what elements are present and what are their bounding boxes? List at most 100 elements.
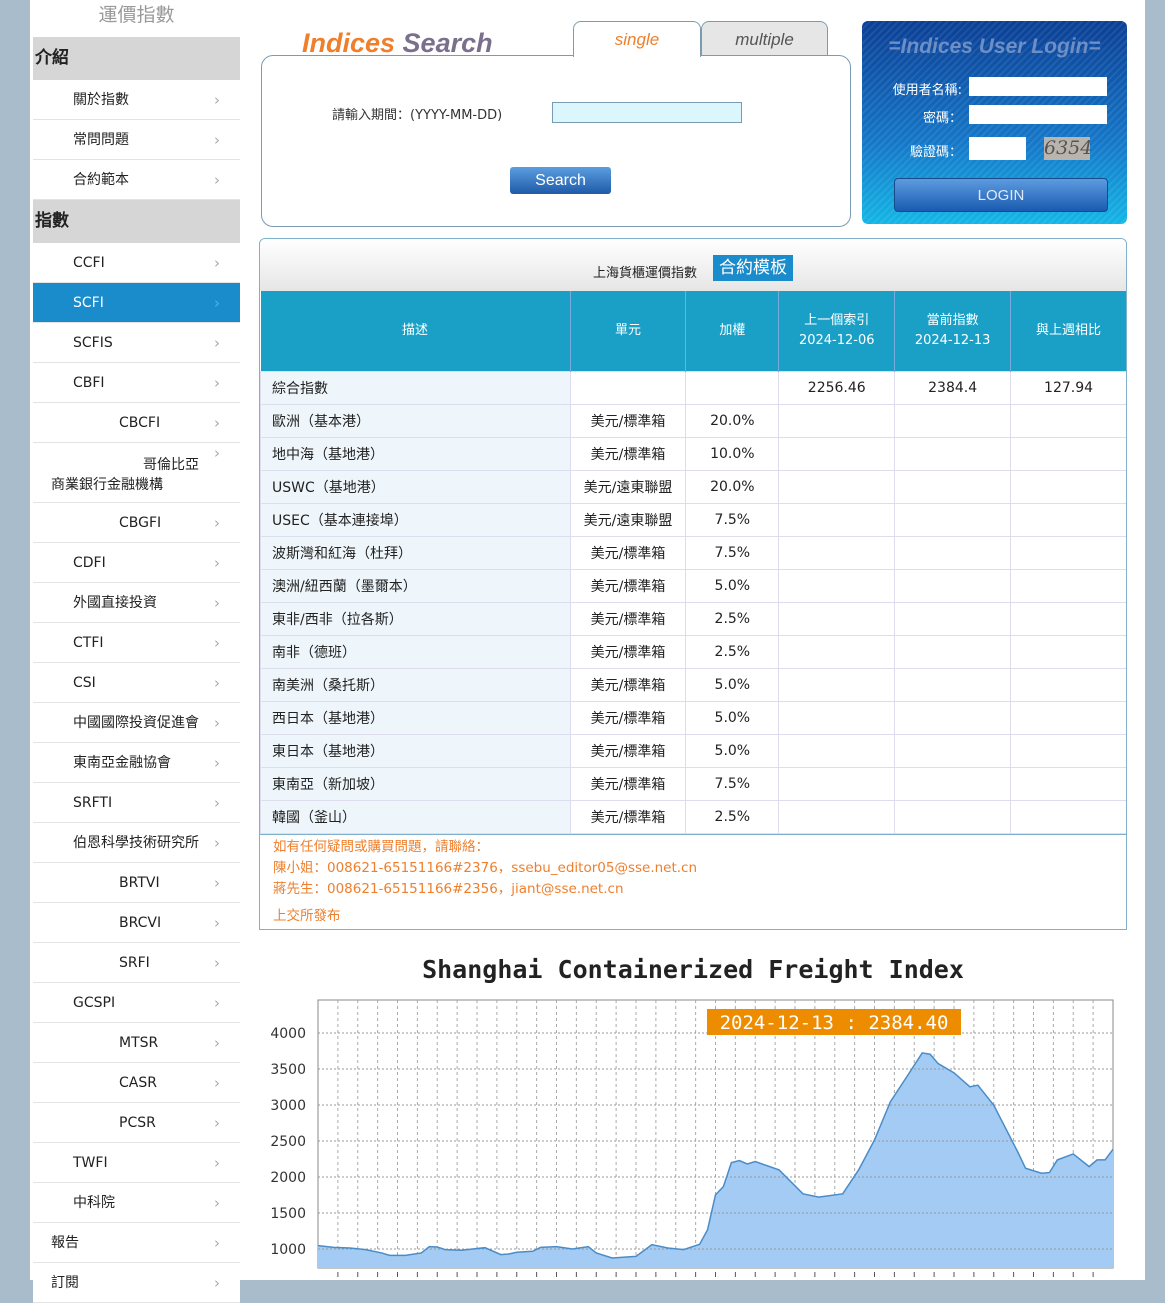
sidebar-item[interactable]: SRFI›: [33, 943, 240, 983]
table-row: 澳洲/紐西蘭（墨爾本）美元/標準箱5.0%: [261, 569, 1127, 602]
sidebar-item[interactable]: SCFI›: [33, 283, 240, 323]
table-cell: 2.5%: [686, 635, 779, 668]
chevron-right-icon: ›: [214, 983, 220, 1023]
table-cell: [895, 701, 1011, 734]
sidebar-item-label: 介紹: [35, 48, 69, 68]
sidebar-item-label: SCFIS: [73, 335, 113, 351]
sidebar-item[interactable]: 東南亞金融協會›: [33, 743, 240, 783]
table-cell: 東南亞（新加坡）: [261, 767, 571, 800]
table-cell: 綜合指數: [261, 371, 571, 404]
sidebar-item[interactable]: 常問問題›: [33, 120, 240, 160]
table-cell: [895, 602, 1011, 635]
sidebar-item[interactable]: 合約範本›: [33, 160, 240, 200]
table-row: 南非（德班）美元/標準箱2.5%: [261, 635, 1127, 668]
sidebar-item[interactable]: CSI›: [33, 663, 240, 703]
sidebar-item[interactable]: GCSPI›: [33, 983, 240, 1023]
sidebar-item[interactable]: 關於指數 ›: [33, 80, 240, 120]
sidebar-item-label: BRCVI: [119, 915, 161, 931]
sidebar-item[interactable]: 訂閱›: [33, 1263, 240, 1303]
table-cell: 東日本（基地港）: [261, 734, 571, 767]
freight-index-chart: 10001500200025003000350040002024-12-13 :…: [260, 990, 1130, 1280]
date-input[interactable]: [552, 102, 742, 123]
table-cell: 2384.4: [895, 371, 1011, 404]
sidebar-item[interactable]: 伯恩科學技術研究所 ›: [33, 823, 240, 863]
table-cell: [779, 569, 895, 602]
logo-text-a: Indices: [302, 28, 403, 58]
sidebar-item[interactable]: CTFI›: [33, 623, 240, 663]
table-cell: 美元/標準箱: [570, 668, 686, 701]
table-cell: [1011, 470, 1127, 503]
sidebar-item[interactable]: 哥倫比亞商業銀行金融機構›: [33, 443, 240, 503]
table-cell: [1011, 635, 1127, 668]
login-button[interactable]: LOGIN: [894, 178, 1108, 212]
search-button[interactable]: Search: [510, 167, 611, 194]
table-cell: 美元/遠東聯盟: [570, 503, 686, 536]
captcha-input[interactable]: [969, 137, 1026, 160]
sidebar-item[interactable]: 外國直接投資›: [33, 583, 240, 623]
table-cell: 7.5%: [686, 536, 779, 569]
password-label: 密碼：: [862, 107, 962, 126]
table-cell: 2.5%: [686, 602, 779, 635]
table-cell: 東非/西非（拉各斯）: [261, 602, 571, 635]
captcha-image[interactable]: 6354: [1044, 137, 1090, 160]
chevron-right-icon: ›: [214, 543, 220, 583]
chevron-right-icon: ›: [214, 703, 220, 743]
column-header: 加權: [686, 291, 779, 371]
table-cell: USWC（基地港）: [261, 470, 571, 503]
sidebar-item-label: 伯恩科學技術研究所: [73, 835, 199, 851]
sidebar-item[interactable]: TWFI›: [33, 1143, 240, 1183]
sidebar-section-header: 指數: [33, 200, 240, 243]
sidebar-item[interactable]: PCSR›: [33, 1103, 240, 1143]
y-tick-label: 4000: [270, 1026, 306, 1042]
sidebar-item[interactable]: CBCFI›: [33, 403, 240, 443]
chevron-right-icon: ›: [214, 623, 220, 663]
sidebar-item-label: CBGFI: [119, 515, 161, 531]
sidebar-item-label: 訂閱: [51, 1275, 79, 1291]
sidebar-item-label: 關於指數: [73, 92, 129, 108]
password-input[interactable]: [969, 105, 1107, 124]
table-cell: 美元/遠東聯盟: [570, 470, 686, 503]
table-cell: 5.0%: [686, 734, 779, 767]
table-row: 東南亞（新加坡）美元/標準箱7.5%: [261, 767, 1127, 800]
table-row: 東日本（基地港）美元/標準箱5.0%: [261, 734, 1127, 767]
table-cell: [779, 437, 895, 470]
chevron-right-icon: ›: [214, 80, 220, 120]
tab-single[interactable]: single: [573, 21, 701, 57]
contract-template-button[interactable]: 合約模板: [713, 255, 793, 281]
sidebar-item[interactable]: MTSR›: [33, 1023, 240, 1063]
table-cell: 澳洲/紐西蘭（墨爾本）: [261, 569, 571, 602]
sidebar-item-label: 中國國際投資促進會: [73, 715, 199, 731]
sidebar-item[interactable]: BRTVI›: [33, 863, 240, 903]
username-input[interactable]: [969, 77, 1107, 96]
chevron-right-icon: ›: [214, 443, 220, 463]
sidebar-item[interactable]: SRFTI›: [33, 783, 240, 823]
sidebar-item-label: BRTVI: [119, 875, 160, 891]
sidebar-item[interactable]: 中國國際投資促進會 ›: [33, 703, 240, 743]
chevron-right-icon: ›: [214, 1063, 220, 1103]
sidebar-item[interactable]: 中科院›: [33, 1183, 240, 1223]
chevron-right-icon: ›: [214, 283, 220, 323]
annotation-label: 2024-12-13 : 2384.40: [720, 1012, 949, 1034]
tab-multiple[interactable]: multiple: [701, 21, 828, 55]
index-table-panel: 上海貨櫃運價指數合約模板 描述單元加權上一個索引 2024-12-06當前指數 …: [259, 238, 1127, 835]
table-cell: 2256.46: [779, 371, 895, 404]
sidebar-item[interactable]: CCFI›: [33, 243, 240, 283]
sidebar-item[interactable]: 報告›: [33, 1223, 240, 1263]
table-title-bar: 上海貨櫃運價指數 合約模板: [260, 239, 1126, 291]
table-cell: [686, 371, 779, 404]
sidebar-item[interactable]: SCFIS›: [33, 323, 240, 363]
sidebar-item[interactable]: CDFI›: [33, 543, 240, 583]
table-cell: 地中海（基地港）: [261, 437, 571, 470]
table-row: 波斯灣和紅海（杜拜）美元/標準箱7.5%: [261, 536, 1127, 569]
table-cell: [895, 437, 1011, 470]
chevron-right-icon: ›: [214, 823, 220, 863]
table-row: 地中海（基地港）美元/標準箱10.0%: [261, 437, 1127, 470]
sidebar-item[interactable]: BRCVI›: [33, 903, 240, 943]
captcha-label: 驗證碼：: [862, 141, 962, 160]
sidebar-item[interactable]: CBGFI›: [33, 503, 240, 543]
table-cell: [1011, 734, 1127, 767]
chevron-right-icon: ›: [214, 160, 220, 200]
sidebar-item[interactable]: CASR›: [33, 1063, 240, 1103]
sidebar-item[interactable]: CBFI›: [33, 363, 240, 403]
table-title: 上海貨櫃運價指數: [593, 266, 697, 281]
